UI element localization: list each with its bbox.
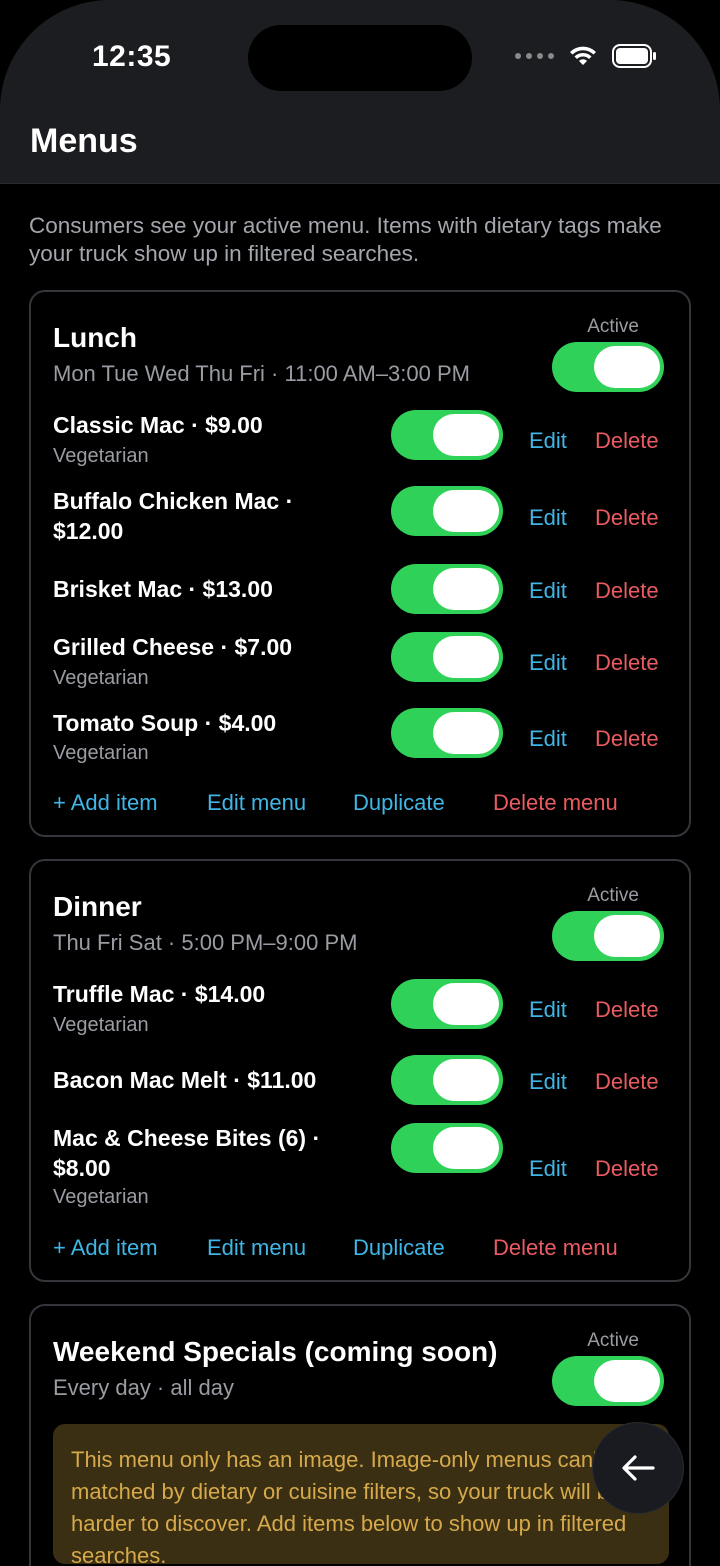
add-item-button[interactable]: + Add item [53, 790, 158, 816]
menu-item-tag: Vegetarian [53, 1014, 149, 1036]
active-label: Active [587, 885, 639, 906]
delete-menu-button[interactable]: Delete menu [493, 790, 618, 816]
item-available-toggle[interactable] [391, 486, 503, 536]
delete-item-button[interactable]: Delete [595, 505, 659, 531]
menu-active-toggle[interactable] [552, 342, 664, 392]
item-available-toggle[interactable] [391, 979, 503, 1029]
menu-schedule: Every day · all day [53, 1375, 234, 1400]
item-available-toggle[interactable] [391, 632, 503, 682]
menu-card-lunch: Lunch Mon Tue Wed Thu Fri · 11:00 AM–3:0… [29, 290, 691, 837]
menu-item-label: Buffalo Chicken Mac · $12.00 [53, 488, 294, 544]
menu-item-tag: Vegetarian [53, 667, 149, 689]
item-available-toggle[interactable] [391, 564, 503, 614]
edit-item-button[interactable]: Edit [529, 726, 567, 752]
menu-active-toggle[interactable] [552, 1356, 664, 1406]
page-title: Menus [30, 122, 138, 160]
add-item-button[interactable]: + Add item [53, 1235, 158, 1261]
menu-item-label: Bacon Mac Melt · $11.00 [53, 1067, 317, 1093]
menu-title: Dinner [53, 891, 142, 922]
battery-icon [612, 44, 656, 68]
status-time: 12:35 [92, 40, 172, 73]
edit-item-button[interactable]: Edit [529, 578, 567, 604]
menu-card-dinner: Dinner Thu Fri Sat · 5:00 PM–9:00 PM Act… [29, 859, 691, 1282]
delete-item-button[interactable]: Delete [595, 997, 659, 1023]
delete-item-button[interactable]: Delete [595, 1069, 659, 1095]
item-available-toggle[interactable] [391, 410, 503, 460]
menu-schedule: Thu Fri Sat · 5:00 PM–9:00 PM [53, 930, 358, 955]
edit-item-button[interactable]: Edit [529, 505, 567, 531]
menu-item-label: Brisket Mac · $13.00 [53, 576, 273, 602]
edit-item-button[interactable]: Edit [529, 650, 567, 676]
arrow-left-icon [622, 1455, 655, 1481]
menu-item-label: Mac & Cheese Bites (6) · $8.00 [53, 1125, 321, 1181]
dynamic-island [248, 25, 472, 91]
duplicate-menu-button[interactable]: Duplicate [353, 790, 445, 816]
status-icons [515, 44, 658, 68]
delete-menu-button[interactable]: Delete menu [493, 1235, 618, 1261]
menu-card-weekend-specials: Weekend Specials (coming soon) Every day… [29, 1304, 691, 1566]
menu-title: Weekend Specials (coming soon) [53, 1336, 498, 1367]
edit-item-button[interactable]: Edit [529, 428, 567, 454]
image-only-warning: This menu only has an image. Image-only … [53, 1424, 669, 1566]
intro-text: Consumers see your active menu. Items wi… [29, 213, 662, 266]
menu-item-tag: Vegetarian [53, 1186, 149, 1208]
edit-item-button[interactable]: Edit [529, 997, 567, 1023]
edit-item-button[interactable]: Edit [529, 1069, 567, 1095]
menu-title: Lunch [53, 322, 137, 353]
menu-item-tag: Vegetarian [53, 445, 149, 467]
nav-header: 12:35 Menus [0, 0, 720, 184]
item-available-toggle[interactable] [391, 1055, 503, 1105]
edit-menu-button[interactable]: Edit menu [207, 790, 306, 816]
delete-item-button[interactable]: Delete [595, 578, 659, 604]
delete-item-button[interactable]: Delete [595, 428, 659, 454]
delete-item-button[interactable]: Delete [595, 1156, 659, 1182]
edit-item-button[interactable]: Edit [529, 1156, 567, 1182]
item-available-toggle[interactable] [391, 708, 503, 758]
delete-item-button[interactable]: Delete [595, 650, 659, 676]
signal-icon [515, 53, 554, 59]
active-label: Active [587, 316, 639, 337]
menu-item-label: Classic Mac · $9.00 [53, 412, 263, 438]
menu-item-label: Tomato Soup · $4.00 [53, 710, 277, 736]
menu-schedule: Mon Tue Wed Thu Fri · 11:00 AM–3:00 PM [53, 361, 470, 386]
wifi-icon [570, 46, 596, 65]
screen: 12:35 Menus Consumers see your active me… [0, 0, 720, 1566]
edit-menu-button[interactable]: Edit menu [207, 1235, 306, 1261]
back-button[interactable] [592, 1422, 684, 1514]
item-available-toggle[interactable] [391, 1123, 503, 1173]
menu-item-label: Grilled Cheese · $7.00 [53, 634, 293, 660]
menu-active-toggle[interactable] [552, 911, 664, 961]
menu-item-tag: Vegetarian [53, 742, 149, 764]
active-label: Active [587, 1330, 639, 1351]
menu-item-label: Truffle Mac · $14.00 [53, 981, 266, 1007]
delete-item-button[interactable]: Delete [595, 726, 659, 752]
duplicate-menu-button[interactable]: Duplicate [353, 1235, 445, 1261]
